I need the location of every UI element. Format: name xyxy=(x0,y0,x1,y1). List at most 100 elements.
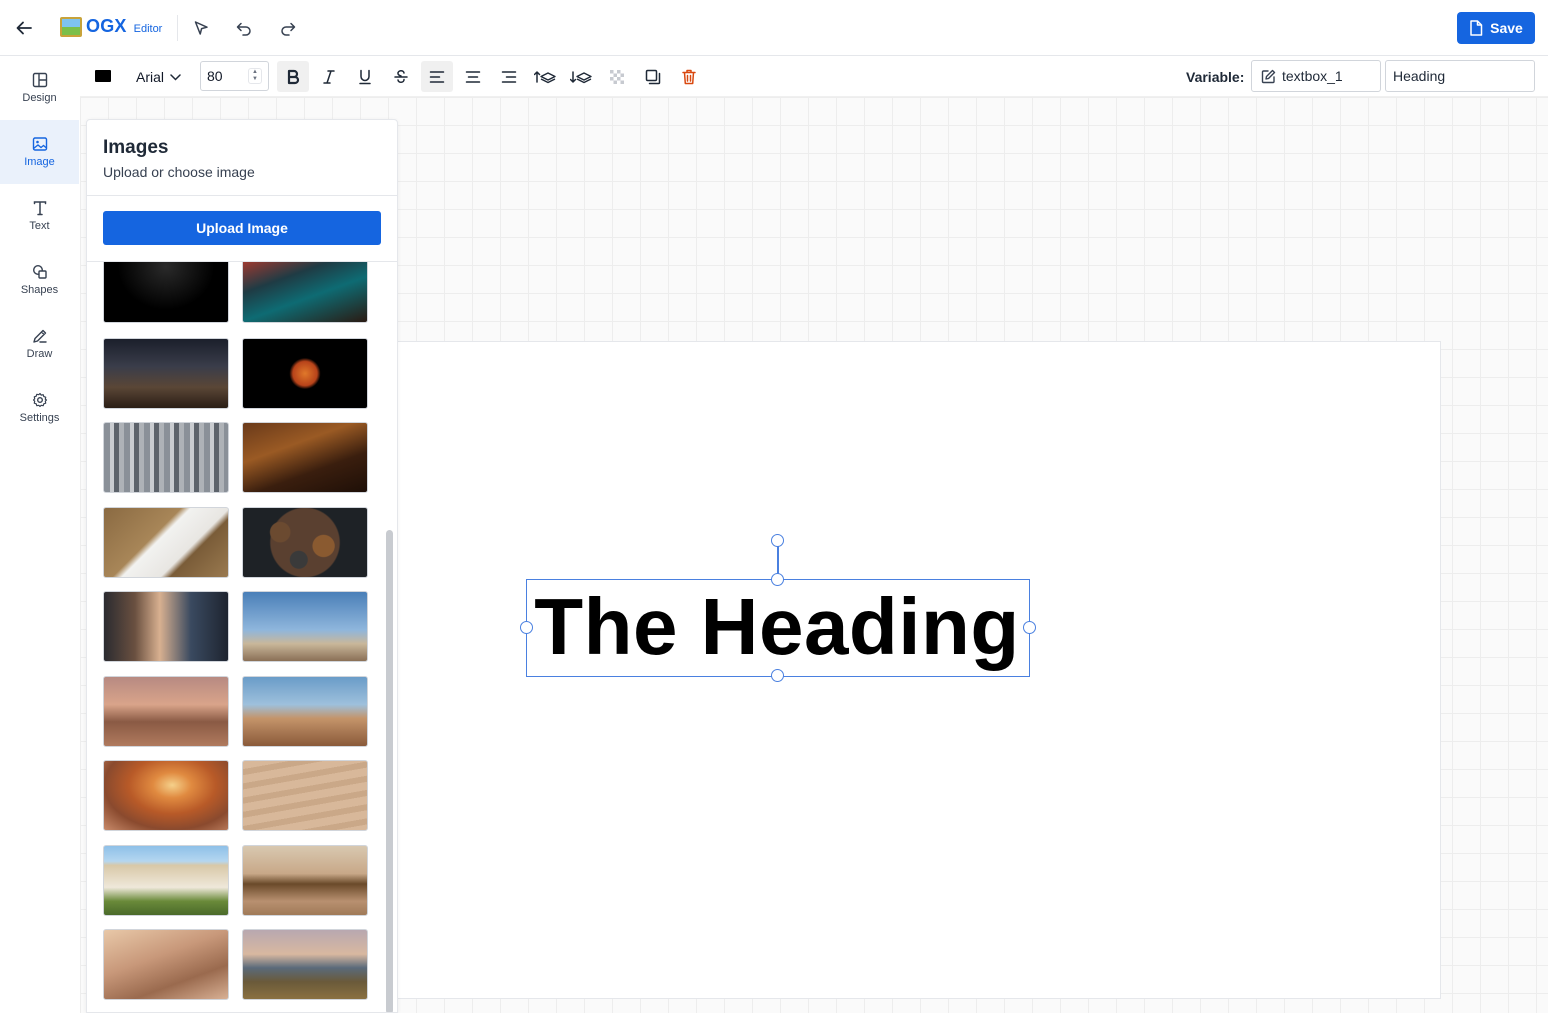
back-arrow-icon[interactable] xyxy=(12,16,36,40)
save-button[interactable]: Save xyxy=(1457,12,1535,44)
font-size-stepper[interactable]: ▲ ▼ xyxy=(248,68,262,84)
italic-button[interactable] xyxy=(313,61,345,92)
image-thumbnail[interactable] xyxy=(103,422,229,493)
variable-name-field[interactable]: textbox_1 xyxy=(1251,60,1381,92)
align-right-icon xyxy=(501,70,517,83)
panel-scrollbar[interactable] xyxy=(386,530,393,1012)
nav-item-draw[interactable]: Draw xyxy=(0,312,79,376)
resize-handle-right[interactable] xyxy=(1023,621,1036,634)
font-size-value: 80 xyxy=(207,68,223,84)
font-family-value: Arial xyxy=(136,69,165,85)
image-thumbnail[interactable] xyxy=(103,676,229,747)
send-backward-icon xyxy=(570,70,592,83)
images-panel: Images Upload or choose image Upload Ima… xyxy=(86,119,398,1013)
nav-item-design[interactable]: Design xyxy=(0,56,79,120)
image-icon xyxy=(32,137,47,151)
delete-button[interactable] xyxy=(673,61,705,92)
nav-item-shapes[interactable]: Shapes xyxy=(0,248,79,312)
image-thumbnail[interactable] xyxy=(242,262,368,323)
top-bar: OGX Editor Save xyxy=(0,0,1548,56)
save-button-label: Save xyxy=(1490,20,1523,36)
variable-label: Variable: xyxy=(1186,69,1245,85)
nav-item-label: Text xyxy=(29,220,50,232)
nav-item-text[interactable]: Text xyxy=(0,184,79,248)
image-thumbnail[interactable] xyxy=(103,338,229,409)
shapes-icon xyxy=(32,264,47,279)
redo-icon[interactable] xyxy=(276,16,300,40)
bold-icon xyxy=(287,69,300,84)
image-thumbnail[interactable] xyxy=(103,507,229,578)
heading-text[interactable]: The Heading xyxy=(527,580,1027,674)
logo-picture-icon xyxy=(60,16,82,37)
image-thumbnail[interactable] xyxy=(242,422,368,493)
rotate-handle[interactable] xyxy=(771,534,784,547)
nav-item-settings[interactable]: Settings xyxy=(0,376,79,440)
upload-image-button[interactable]: Upload Image xyxy=(103,211,381,245)
nav-item-label: Draw xyxy=(26,348,53,360)
nav-item-label: Settings xyxy=(19,412,60,424)
resize-handle-bottom[interactable] xyxy=(771,669,784,682)
text-color-swatch[interactable] xyxy=(95,70,111,82)
align-left-icon xyxy=(429,70,445,83)
text-icon xyxy=(33,201,46,216)
document-icon xyxy=(1470,20,1483,36)
image-thumbnail[interactable] xyxy=(103,591,229,662)
image-thumbnail[interactable] xyxy=(103,845,229,916)
variable-name-value: textbox_1 xyxy=(1282,68,1343,84)
image-thumbnail[interactable] xyxy=(242,929,368,1000)
stepper-down-icon[interactable]: ▼ xyxy=(252,76,258,83)
format-toolbar: Arial 80 ▲ ▼ Variable: textbox_1 Heading xyxy=(80,56,1548,97)
nav-item-label: Design xyxy=(22,92,57,104)
strikethrough-button[interactable] xyxy=(385,61,417,92)
logo-subtitle: Editor xyxy=(133,22,163,35)
logo-text: OGX xyxy=(86,16,127,36)
stepper-up-icon[interactable]: ▲ xyxy=(252,69,258,76)
transparency-button[interactable] xyxy=(601,61,633,92)
select-pointer-icon[interactable] xyxy=(189,16,213,40)
bring-forward-icon xyxy=(534,70,556,83)
panel-title: Images xyxy=(103,137,169,158)
image-thumbnail[interactable] xyxy=(242,760,368,831)
layout-icon xyxy=(32,72,47,88)
toolbar-divider xyxy=(177,15,178,41)
pencil-icon xyxy=(32,329,47,343)
panel-subtitle: Upload or choose image xyxy=(103,164,255,180)
font-family-select[interactable]: Arial xyxy=(136,67,181,87)
variable-value-input[interactable] xyxy=(1385,60,1535,92)
align-left-button[interactable] xyxy=(421,61,453,92)
image-thumbnail[interactable] xyxy=(103,929,229,1000)
trash-icon xyxy=(682,69,696,84)
image-thumbnail[interactable] xyxy=(103,760,229,831)
align-center-button[interactable] xyxy=(457,61,489,92)
image-thumbnail[interactable] xyxy=(242,676,368,747)
duplicate-button[interactable] xyxy=(637,61,669,92)
bring-forward-button[interactable] xyxy=(529,61,561,92)
left-sidebar: Design Image Text Shapes Draw Settings xyxy=(0,56,80,1013)
undo-icon[interactable] xyxy=(232,16,256,40)
strikethrough-icon xyxy=(394,69,408,83)
send-backward-button[interactable] xyxy=(565,61,597,92)
font-size-input[interactable]: 80 ▲ ▼ xyxy=(200,61,269,91)
image-thumbnail[interactable] xyxy=(242,845,368,916)
align-center-icon xyxy=(465,70,481,83)
nav-item-label: Image xyxy=(24,156,55,168)
image-thumbnail[interactable] xyxy=(103,262,229,323)
image-thumbnail[interactable] xyxy=(242,507,368,578)
resize-handle-top[interactable] xyxy=(771,573,784,586)
underline-button[interactable] xyxy=(349,61,381,92)
panel-divider xyxy=(87,195,397,196)
align-right-button[interactable] xyxy=(493,61,525,92)
underline-icon xyxy=(359,69,371,84)
image-gallery[interactable] xyxy=(87,262,397,1012)
bold-button[interactable] xyxy=(277,61,309,92)
image-thumbnail[interactable] xyxy=(242,338,368,409)
app-logo[interactable]: OGX Editor xyxy=(60,16,162,37)
duplicate-icon xyxy=(645,69,661,84)
gear-icon xyxy=(32,392,47,408)
resize-handle-left[interactable] xyxy=(520,621,533,634)
nav-item-image[interactable]: Image xyxy=(0,120,79,184)
heading-text-element[interactable]: The Heading xyxy=(526,579,1030,677)
image-thumbnail[interactable] xyxy=(242,591,368,662)
edit-icon xyxy=(1261,69,1276,83)
chevron-down-icon xyxy=(170,73,181,81)
